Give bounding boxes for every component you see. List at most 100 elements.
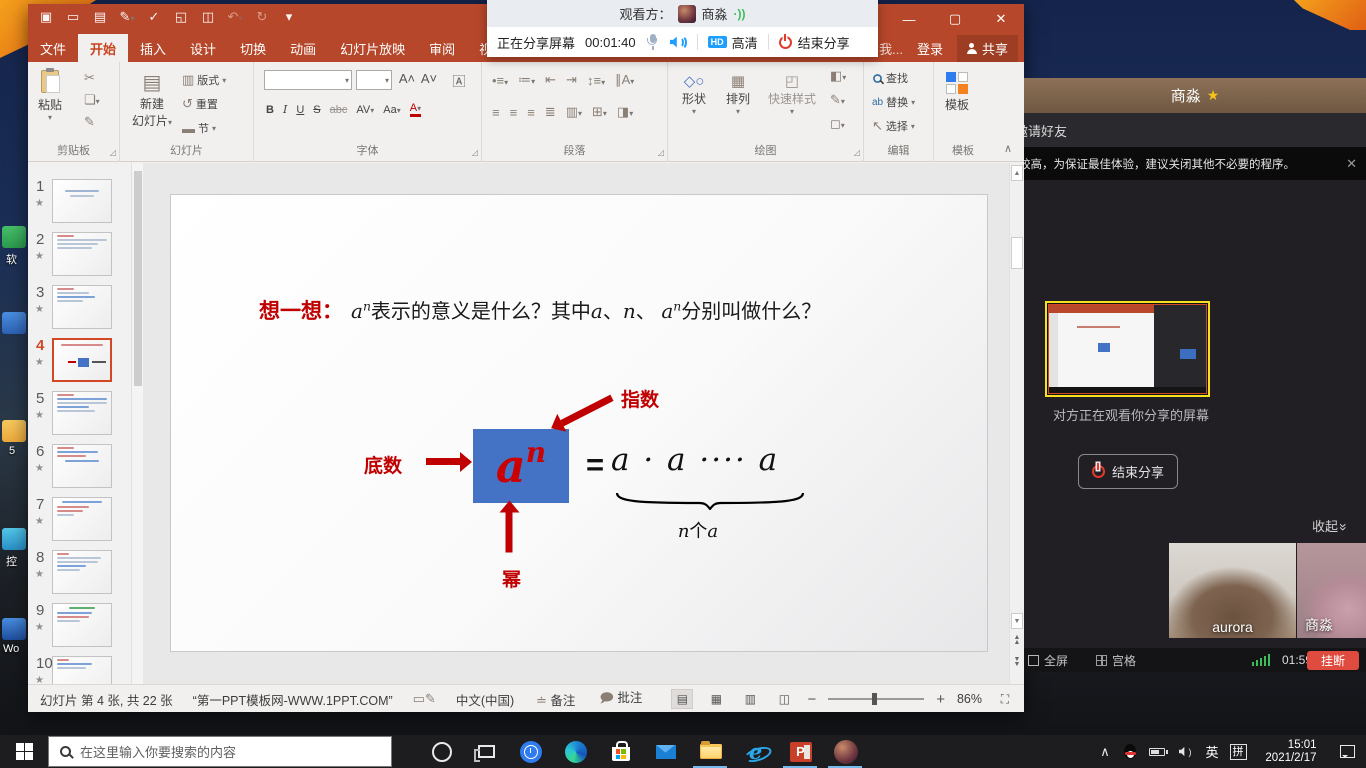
shape-fill-icon[interactable]: ◧▾ <box>830 68 846 84</box>
expansion-expression[interactable]: a · a ···· a <box>611 442 779 478</box>
save-icon[interactable]: ▣ <box>38 9 54 25</box>
qat-more-icon[interactable]: ▾ <box>281 9 297 25</box>
cut-icon[interactable]: ✂ <box>84 70 95 86</box>
power-box-shape[interactable]: an <box>473 429 569 503</box>
italic-button[interactable]: I <box>283 103 287 116</box>
tab-review[interactable]: 审阅 <box>417 34 467 62</box>
underline-button[interactable]: U <box>296 104 304 116</box>
canvas-scrollbar[interactable]: ▲▲ ▼▼ <box>1009 163 1024 684</box>
tab-file[interactable]: 文件 <box>28 34 78 62</box>
replace-button[interactable]: ab替换▾ <box>872 94 915 110</box>
tab-slideshow[interactable]: 幻灯片放映 <box>328 34 417 62</box>
slide-thumbnail-selected[interactable]: 4 <box>28 335 131 387</box>
desktop-icon[interactable] <box>2 618 26 640</box>
fullscreen-button[interactable]: 全屏 <box>1028 652 1068 669</box>
slide-thumbnail[interactable]: 3 <box>28 282 131 334</box>
clipboard-dialog-launcher[interactable]: ◿ <box>110 148 116 157</box>
tray-expand-button[interactable]: ∧ <box>1093 735 1117 768</box>
decrease-indent-icon[interactable]: ⇤ <box>545 72 556 88</box>
taskbar-search-input[interactable]: 在这里输入你要搜索的内容 <box>48 736 392 767</box>
power-arrow[interactable] <box>506 513 513 553</box>
end-share-button[interactable]: 结束分享 <box>779 33 850 52</box>
app-file-explorer[interactable] <box>688 735 733 768</box>
scrollbar-thumb[interactable] <box>1011 237 1023 269</box>
align-text-icon[interactable]: ⊞▾ <box>592 104 607 120</box>
redo-icon[interactable]: ↻ <box>254 9 270 25</box>
slide-thumbnail[interactable]: 8 <box>28 547 131 599</box>
format-painter-icon[interactable]: ✎ <box>84 114 95 130</box>
close-notice-icon[interactable] <box>1346 156 1357 172</box>
strikethrough-button[interactable]: S <box>313 104 320 116</box>
count-label[interactable]: n个a <box>663 517 733 543</box>
previous-slide-icon[interactable]: ▲▲ <box>1011 635 1023 645</box>
decrease-font-icon[interactable]: A˅ <box>420 71 438 86</box>
reading-view-icon[interactable]: ▥ <box>739 689 761 709</box>
slide-canvas[interactable]: 想一想：an表示的意义是什么？其中a、n、 an分别叫做什么？ 指数 底数 幂 … <box>170 194 988 652</box>
quick-styles-button[interactable]: ◰ 快速样式▾ <box>768 72 816 116</box>
equals-sign[interactable]: = <box>586 447 604 483</box>
tab-design[interactable]: 设计 <box>178 34 228 62</box>
numbering-icon[interactable]: ≔▾ <box>518 72 535 88</box>
close-button[interactable] <box>978 4 1024 34</box>
next-slide-icon[interactable]: ▼▼ <box>1011 657 1023 667</box>
print-preview-icon[interactable]: ◱ <box>173 9 189 25</box>
participant-video[interactable]: 商淼 <box>1297 543 1366 638</box>
slide-thumbnail[interactable]: 10 <box>28 653 131 684</box>
panel-end-share-button[interactable]: 结束分享 <box>1078 454 1178 489</box>
align-left-icon[interactable]: ≡ <box>492 105 500 120</box>
ink-icon[interactable]: ✎▾ <box>119 9 135 25</box>
smartart-icon[interactable]: ◨▾ <box>617 104 633 120</box>
hd-quality-button[interactable]: HD 高清 <box>708 33 758 52</box>
power-label[interactable]: 幂 <box>502 565 521 592</box>
slide-thumbnail[interactable]: 7 <box>28 494 131 546</box>
new-file-icon[interactable]: ▤ <box>92 9 108 25</box>
tray-clock[interactable]: 15:012021/2/17 <box>1253 735 1329 768</box>
pinned-app-store[interactable] <box>598 735 643 768</box>
tray-volume[interactable]: ) <box>1171 735 1199 768</box>
line-spacing-icon[interactable]: ↕≡▾ <box>587 73 605 88</box>
layout-button[interactable]: ▥版式▾ <box>182 72 226 88</box>
drawing-dialog-launcher[interactable]: ◿ <box>854 148 860 157</box>
zoom-out-icon[interactable]: − <box>807 691 816 708</box>
text-direction-icon[interactable]: ∥A▾ <box>615 72 634 88</box>
language-status[interactable]: 中文(中国) <box>456 690 514 709</box>
zoom-slider-thumb[interactable] <box>872 693 877 705</box>
font-dialog-launcher[interactable]: ◿ <box>472 148 478 157</box>
speaker-icon[interactable] <box>670 35 687 50</box>
app-powerpoint[interactable]: P <box>778 735 823 768</box>
select-button[interactable]: ↖选择▾ <box>872 118 915 134</box>
task-view-button[interactable] <box>464 735 508 768</box>
cortana-button[interactable] <box>420 735 464 768</box>
scrollbar-thumb[interactable] <box>134 171 142 386</box>
pinned-app-mail[interactable] <box>643 735 688 768</box>
template-button[interactable]: 模板 <box>945 72 969 113</box>
normal-view-icon[interactable]: ▤ <box>671 689 693 709</box>
comments-button[interactable]: 🗩 批注 <box>599 687 642 711</box>
paste-button[interactable]: 粘贴▾ <box>38 70 62 122</box>
find-button[interactable]: 查找 <box>872 70 908 86</box>
fit-to-window-icon[interactable]: ⛶ <box>994 689 1016 709</box>
columns-icon[interactable]: ▥▾ <box>566 104 582 120</box>
align-center-icon[interactable]: ≡ <box>510 105 518 120</box>
desktop-icon[interactable] <box>2 420 26 442</box>
desktop-icon[interactable] <box>2 528 26 550</box>
slideshow-view-icon[interactable]: ◫ <box>773 689 795 709</box>
tray-battery[interactable] <box>1143 735 1171 768</box>
tray-qq[interactable] <box>1117 735 1143 768</box>
zoom-slider[interactable] <box>828 698 924 700</box>
new-slide-button[interactable]: ▤ 新建 幻灯片▾ <box>128 70 176 129</box>
tab-insert[interactable]: 插入 <box>128 34 178 62</box>
paragraph-dialog-launcher[interactable]: ◿ <box>658 148 664 157</box>
base-label[interactable]: 底数 <box>364 451 402 478</box>
tab-home[interactable]: 开始 <box>78 34 128 62</box>
font-color-button[interactable]: A▾ <box>410 102 421 117</box>
base-arrow[interactable] <box>426 458 460 465</box>
shape-outline-icon[interactable]: ✎▾ <box>830 92 845 108</box>
invite-row[interactable]: 邀请好友 <box>1024 113 1366 147</box>
slide-sorter-view-icon[interactable]: ▦ <box>705 689 727 709</box>
login-button[interactable]: 登录 <box>917 39 943 58</box>
tray-language[interactable]: 英 <box>1199 735 1225 768</box>
justify-icon[interactable]: ≣ <box>545 104 556 120</box>
slide-thumbnail[interactable]: 5 <box>28 388 131 440</box>
pinned-app-clock[interactable] <box>508 735 553 768</box>
